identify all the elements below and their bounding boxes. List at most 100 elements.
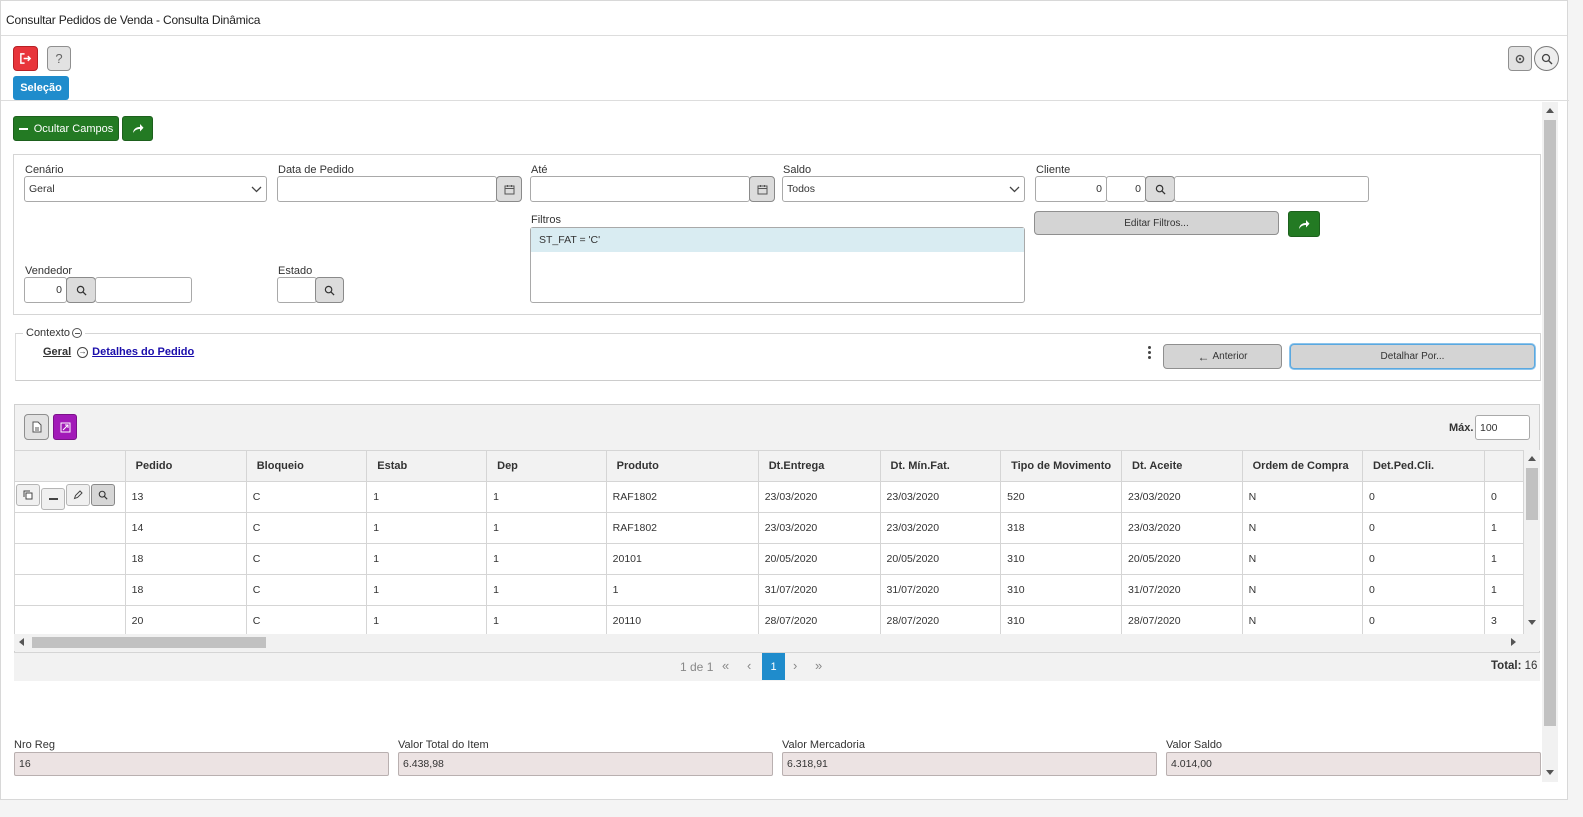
- saldo-select[interactable]: Todos: [782, 176, 1025, 202]
- scroll-down-icon[interactable]: [1546, 770, 1554, 775]
- scroll-thumb[interactable]: [1544, 120, 1556, 726]
- title-bar: Consultar Pedidos de Venda - Consulta Di…: [1, 1, 1567, 36]
- ate-input[interactable]: [530, 176, 750, 202]
- cliente-code-input[interactable]: 0: [1035, 176, 1107, 202]
- table-cell: 18: [124, 543, 247, 575]
- first-page-icon[interactable]: «: [722, 658, 729, 673]
- settings-button[interactable]: [1508, 46, 1532, 71]
- column-header[interactable]: Pedido: [124, 450, 247, 482]
- share-button[interactable]: [122, 116, 153, 141]
- more-options-icon[interactable]: [1148, 346, 1152, 359]
- page-1-button[interactable]: 1: [762, 653, 785, 680]
- column-header[interactable]: Produto: [605, 450, 759, 482]
- vendedor-name-input[interactable]: [95, 277, 192, 303]
- vendedor-code-input[interactable]: 0: [24, 277, 67, 303]
- ate-label: Até: [531, 164, 548, 176]
- column-header[interactable]: Ordem de Compra: [1241, 450, 1363, 482]
- vendedor-search-button[interactable]: [66, 277, 96, 303]
- table-cell: 1: [366, 605, 488, 634]
- column-header[interactable]: Estab: [366, 450, 488, 482]
- exit-button[interactable]: [13, 46, 38, 71]
- scroll-up-icon[interactable]: [1528, 456, 1536, 461]
- last-page-icon[interactable]: »: [815, 658, 822, 673]
- copy-button[interactable]: [16, 483, 40, 506]
- scroll-right-icon[interactable]: [1511, 638, 1516, 646]
- cliente-name-input[interactable]: [1174, 176, 1369, 202]
- data-table: Pedido Bloqueio Estab Dep Produto Dt.Ent…: [14, 450, 1524, 634]
- table-row[interactable]: 18 C 1 1 1 31/07/2020 31/07/2020 310 31/07/2020 N…: [14, 574, 1524, 606]
- edit-button[interactable]: [66, 483, 90, 506]
- scroll-down-icon[interactable]: [1528, 620, 1536, 625]
- cenario-select[interactable]: Geral: [24, 176, 267, 202]
- remove-button[interactable]: [41, 488, 65, 511]
- table-cell: 1: [1483, 574, 1524, 606]
- window-title: Consultar Pedidos de Venda - Consulta Di…: [6, 13, 261, 27]
- column-header[interactable]: Det.Ped.Cli.: [1361, 450, 1485, 482]
- scroll-thumb[interactable]: [1526, 468, 1538, 520]
- table-cell: 20/05/2020: [757, 543, 881, 575]
- table-cell: 23/03/2020: [757, 512, 881, 544]
- collapse-icon[interactable]: [72, 328, 83, 338]
- prev-page-icon[interactable]: ‹: [747, 658, 751, 673]
- view-button[interactable]: [91, 483, 115, 506]
- help-button[interactable]: ?: [47, 46, 71, 71]
- column-header[interactable]: Dt. Mín.Fat.: [879, 450, 1002, 482]
- column-header[interactable]: Dt.Entrega: [757, 450, 881, 482]
- data-pedido-calendar-button[interactable]: [496, 176, 522, 202]
- row-actions-cell: [14, 512, 126, 544]
- data-pedido-input[interactable]: [277, 176, 497, 202]
- total-value: 16: [1524, 660, 1538, 672]
- pencil-icon: [73, 490, 83, 500]
- hide-fields-button[interactable]: Ocultar Campos: [13, 116, 119, 141]
- table-cell: C: [245, 512, 368, 544]
- grid-vertical-scrollbar[interactable]: [1524, 450, 1540, 634]
- table-cell: 14: [124, 512, 247, 544]
- ate-calendar-button[interactable]: [749, 176, 775, 202]
- column-header[interactable]: [1483, 450, 1524, 482]
- cliente-code2-input[interactable]: 0: [1106, 176, 1146, 202]
- scroll-up-icon[interactable]: [1546, 108, 1554, 113]
- edit-filters-button[interactable]: Editar Filtros...: [1034, 211, 1279, 235]
- estado-search-button[interactable]: [315, 277, 344, 303]
- table-row[interactable]: 13 C 1 1 RAF1802 23/03/2020 23/03/2020 520 23/03…: [14, 481, 1524, 513]
- total-label: Total:: [1491, 660, 1522, 672]
- tab-selecao[interactable]: Seleção: [13, 76, 69, 100]
- table-row[interactable]: 14 C 1 1 RAF1802 23/03/2020 23/03/2020 318 23/03…: [14, 512, 1524, 544]
- global-search-button[interactable]: [1534, 46, 1559, 71]
- breadcrumb-current[interactable]: Detalhes do Pedido: [92, 346, 194, 358]
- max-input[interactable]: 100: [1475, 415, 1530, 440]
- table-cell: N: [1241, 543, 1363, 575]
- expand-button[interactable]: [53, 414, 77, 440]
- table-cell: 1: [366, 543, 488, 575]
- table-row[interactable]: 18 C 1 1 20101 20/05/2020 20/05/2020 310 20/05/2…: [14, 543, 1524, 575]
- table-cell: C: [245, 481, 368, 513]
- estado-input[interactable]: [277, 277, 317, 303]
- arrow-circle-icon: →: [77, 346, 89, 358]
- grid-horizontal-scrollbar[interactable]: [14, 634, 1540, 651]
- scroll-thumb[interactable]: [32, 637, 266, 648]
- table-cell: 1: [486, 481, 607, 513]
- previous-button[interactable]: ← Anterior: [1163, 344, 1282, 369]
- breadcrumb-root[interactable]: Geral: [43, 346, 71, 358]
- copy-icon: [23, 490, 33, 500]
- scroll-left-icon[interactable]: [19, 638, 24, 646]
- column-header[interactable]: Dep: [486, 450, 607, 482]
- column-header[interactable]: Tipo de Movimento: [1000, 450, 1123, 482]
- table-cell: 23/03/2020: [1121, 512, 1243, 544]
- nro-reg-field: 16: [14, 752, 389, 776]
- export-button[interactable]: [24, 414, 49, 440]
- cliente-search-button[interactable]: [1145, 176, 1175, 202]
- column-header[interactable]: Bloqueio: [245, 450, 368, 482]
- table-cell: 28/07/2020: [879, 605, 1002, 634]
- drill-by-button[interactable]: Detalhar Por...: [1290, 344, 1535, 369]
- table-cell: 310: [1000, 543, 1123, 575]
- apply-filters-button[interactable]: [1288, 211, 1320, 237]
- cenario-value: Geral: [29, 183, 55, 195]
- filtros-item[interactable]: ST_FAT = 'C': [531, 228, 1024, 252]
- table-row[interactable]: 20 C 1 1 20110 28/07/2020 28/07/2020 310 28/07/2…: [14, 605, 1524, 634]
- next-page-icon[interactable]: ›: [793, 658, 797, 673]
- table-cell: 0: [1361, 481, 1485, 513]
- column-header[interactable]: Dt. Aceite: [1121, 450, 1243, 482]
- page-vertical-scrollbar[interactable]: [1542, 102, 1558, 782]
- filtros-list[interactable]: ST_FAT = 'C': [530, 227, 1025, 303]
